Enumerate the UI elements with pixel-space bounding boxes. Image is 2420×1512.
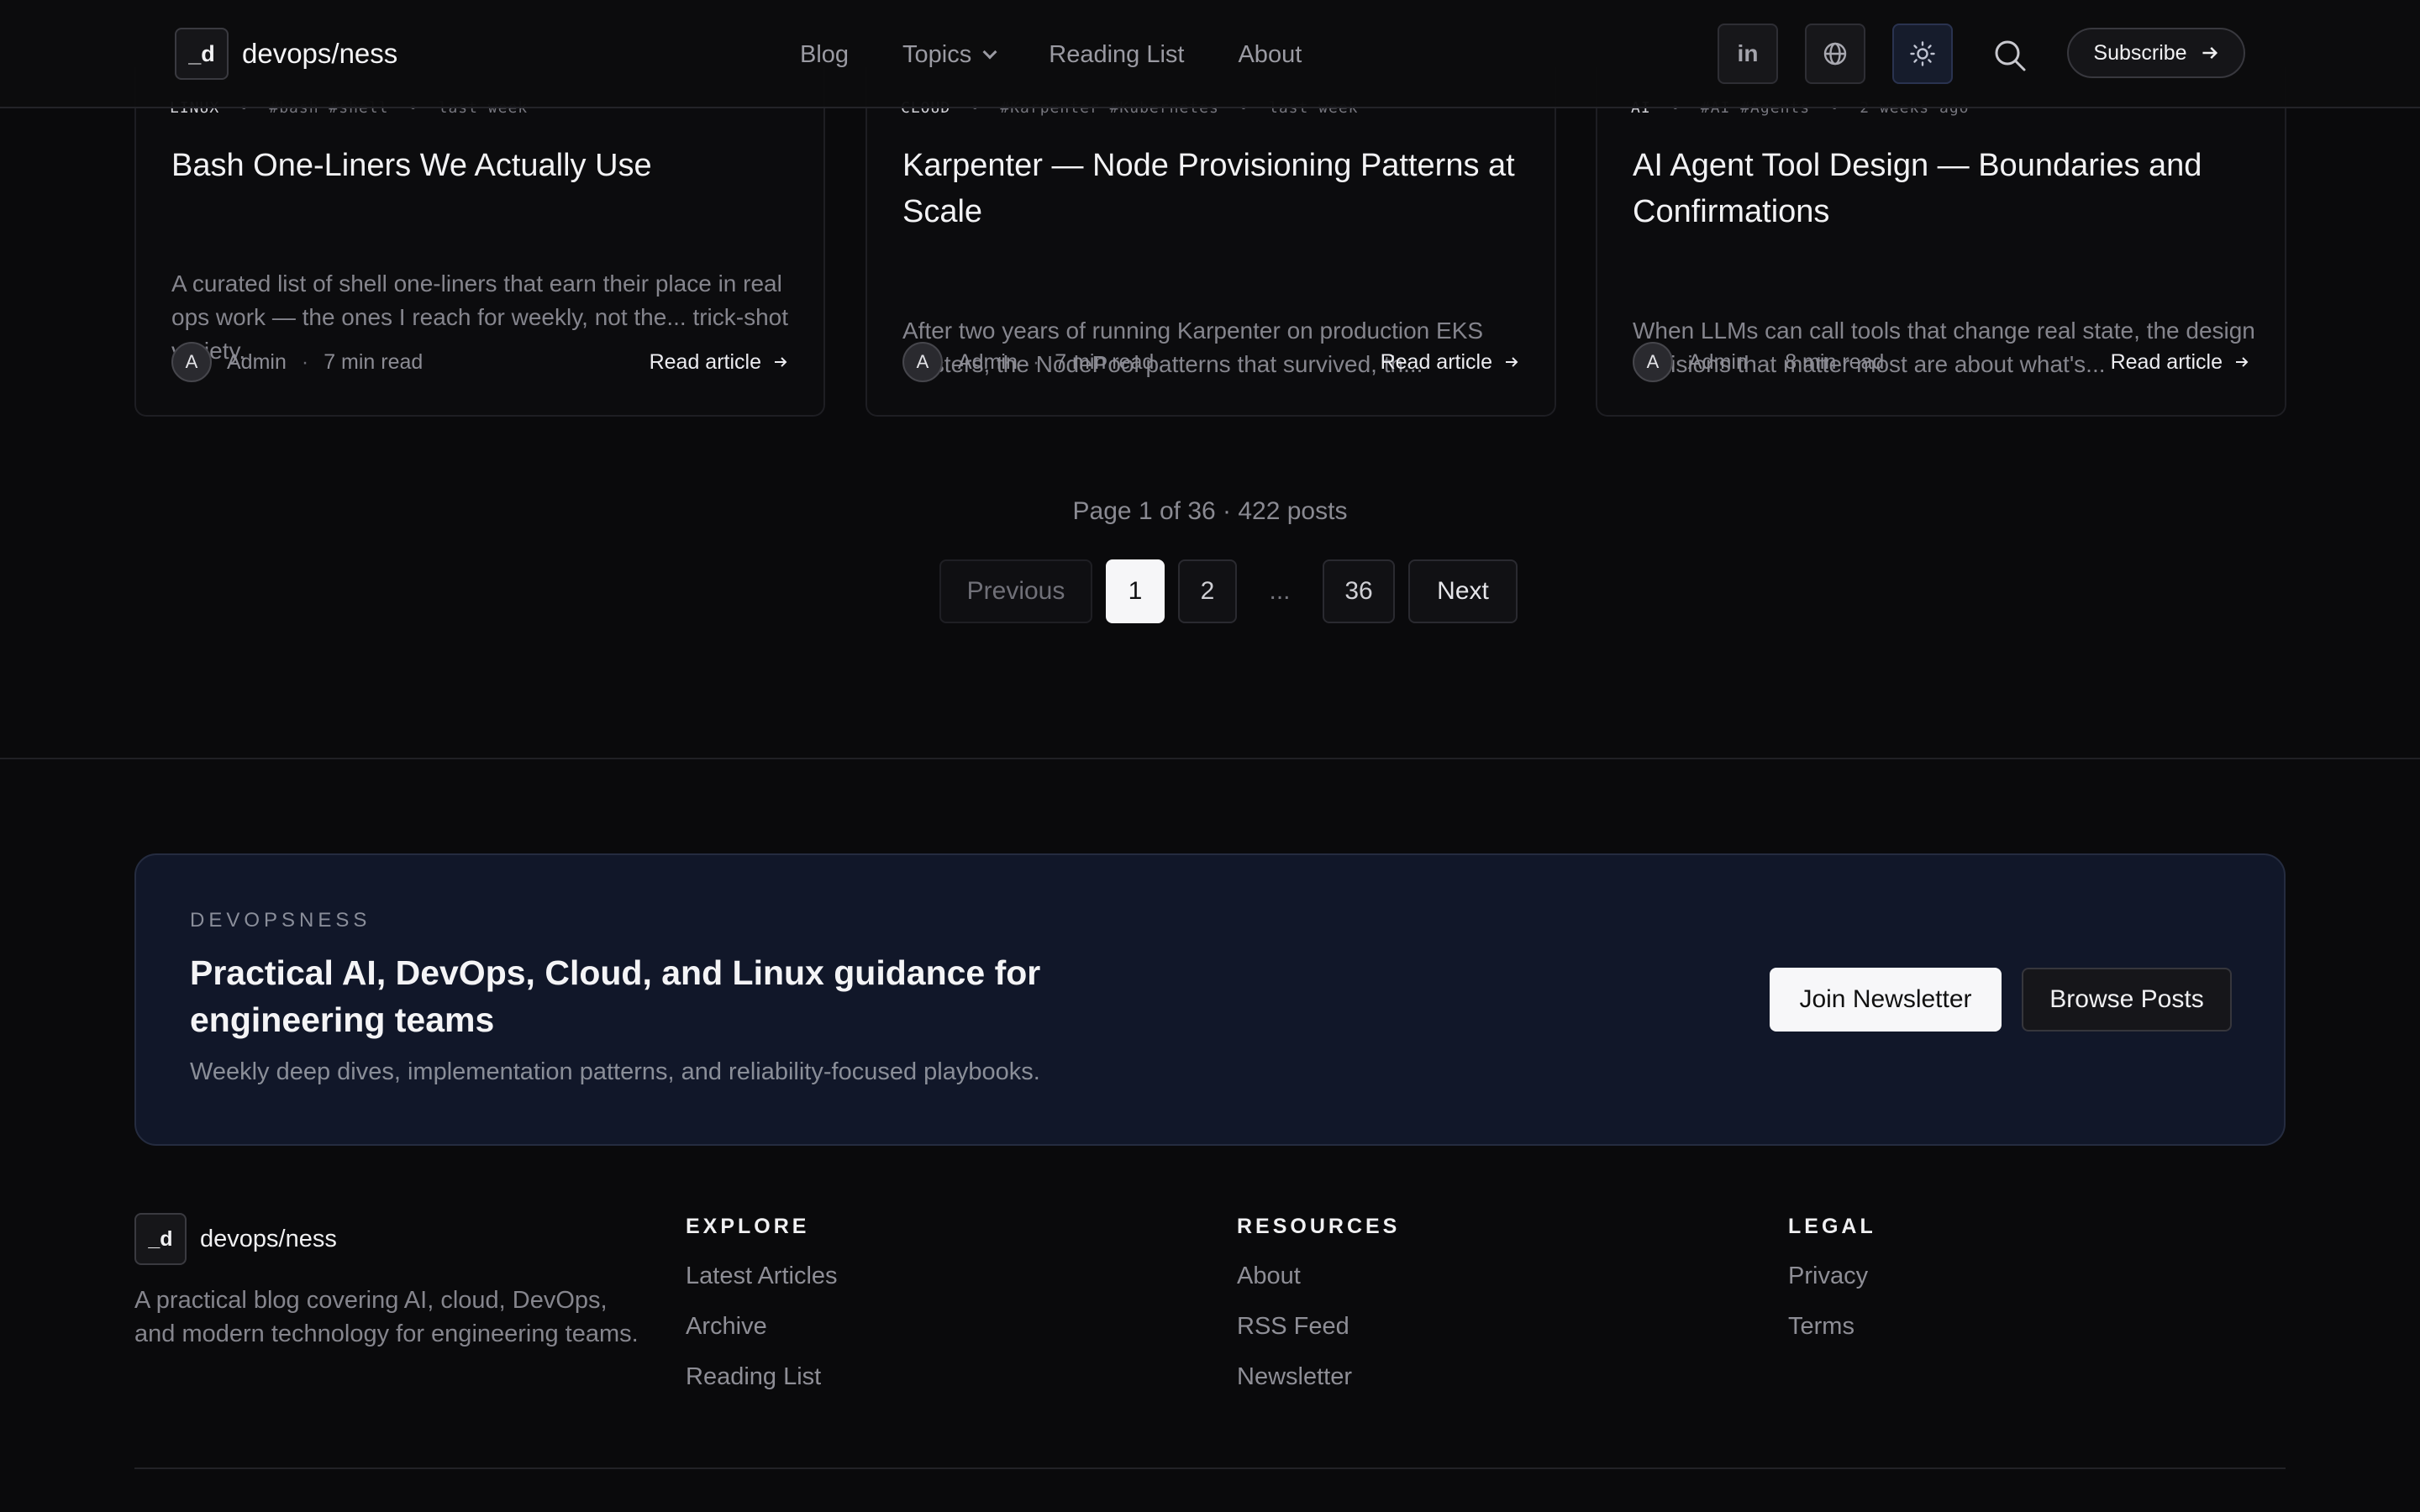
read-article-link[interactable]: Read article [650, 350, 788, 375]
read-article-label: Read article [2110, 349, 2223, 374]
read-time: 7 min read [1055, 349, 1155, 374]
linkedin-icon: in [1737, 40, 1759, 66]
next-page-button[interactable]: Next [1408, 559, 1518, 623]
page-2-button[interactable]: 2 [1178, 559, 1237, 623]
footer-link-about[interactable]: About [1237, 1263, 1400, 1289]
linkedin-button[interactable]: in [1718, 24, 1778, 84]
cta-kicker: DEVOPSNESS [190, 909, 371, 932]
arrow-right-icon [2202, 47, 2217, 59]
footer-column-resources: RESOURCES About RSS Feed Newsletter [1237, 1213, 1400, 1390]
author-name: Admin [227, 349, 287, 374]
previous-page-button[interactable]: Previous [939, 559, 1092, 623]
sun-icon [1910, 41, 1935, 66]
pagination-ellipsis: ... [1269, 577, 1291, 605]
arrow-right-icon [2236, 357, 2249, 367]
footer-link-rss-feed[interactable]: RSS Feed [1237, 1313, 1400, 1340]
separator-dot: · [301, 349, 309, 374]
card-footer: A Admin · 7 min read Read article [902, 341, 1519, 383]
avatar: A [1633, 342, 1673, 382]
footer-divider [134, 1467, 2286, 1469]
footer-link-latest-articles[interactable]: Latest Articles [686, 1263, 838, 1289]
read-article-label: Read article [1380, 349, 1492, 374]
cta-subtitle: Weekly deep dives, implementation patter… [190, 1058, 1040, 1085]
footer-column-legal: LEGAL Privacy Terms [1788, 1213, 1876, 1340]
join-newsletter-button[interactable]: Join Newsletter [1770, 968, 2002, 1032]
card-title[interactable]: AI Agent Tool Design — Boundaries and Co… [1633, 143, 2265, 235]
page-1-button[interactable]: 1 [1106, 559, 1165, 623]
logo-mark: _d [175, 28, 229, 80]
footer-description: A practical blog covering AI, cloud, Dev… [134, 1287, 639, 1347]
cta-title: Practical AI, DevOps, Cloud, and Linux g… [190, 953, 1041, 1039]
avatar: A [902, 342, 943, 382]
footer-heading: RESOURCES [1237, 1215, 1401, 1238]
site-header: _d devops/ness Blog Topics Reading List … [0, 0, 2420, 108]
globe-icon [1823, 42, 1847, 66]
newsletter-cta: DEVOPSNESS Practical AI, DevOps, Cloud, … [134, 853, 2286, 1146]
chevron-down-icon [982, 45, 997, 60]
nav-topics[interactable]: Topics [902, 40, 997, 69]
card-title[interactable]: Karpenter — Node Provisioning Patterns a… [902, 143, 1534, 235]
card-footer: A Admin · 7 min read Read article [171, 341, 788, 383]
footer-link-reading-list[interactable]: Reading List [686, 1363, 838, 1390]
footer-logo[interactable]: _d devops/ness [134, 1213, 337, 1265]
avatar: A [171, 342, 212, 382]
nav-topics-label: Topics [902, 40, 972, 68]
section-divider [0, 758, 2420, 759]
pagination: Previous 1 2 ... 36 Next [939, 559, 1518, 623]
card-footer: A Admin · 8 min read Read article [1633, 341, 2249, 383]
article-card[interactable]: CLOUD • #Karpenter #Kubernetes • last we… [865, 67, 1556, 417]
footer-link-archive[interactable]: Archive [686, 1313, 838, 1340]
subscribe-label: Subscribe [2093, 40, 2187, 65]
author-name: Admin [1688, 349, 1748, 374]
footer-heading: EXPLORE [686, 1215, 810, 1238]
article-card[interactable]: AI • #AI #Agents • 2 weeks ago AI Agent … [1596, 67, 2286, 417]
nav-about[interactable]: About [1238, 41, 1302, 69]
pagination-info: Page 1 of 36 · 422 posts [1072, 497, 1348, 525]
read-time: 8 min read [1785, 349, 1885, 374]
browse-posts-button[interactable]: Browse Posts [2022, 968, 2232, 1032]
page-36-button[interactable]: 36 [1323, 559, 1395, 623]
read-article-link[interactable]: Read article [2111, 350, 2249, 375]
site-logo[interactable]: _d devops/ness [175, 28, 397, 80]
arrow-right-icon [775, 357, 787, 367]
footer-link-newsletter[interactable]: Newsletter [1237, 1363, 1400, 1390]
nav-reading-list[interactable]: Reading List [1049, 41, 1184, 69]
read-time: 7 min read [324, 349, 424, 374]
author-name: Admin [958, 349, 1018, 374]
footer-link-terms[interactable]: Terms [1788, 1313, 1876, 1340]
language-button[interactable] [1805, 24, 1865, 84]
logo-text: devops/ness [242, 38, 398, 69]
read-article-label: Read article [649, 349, 761, 374]
theme-toggle-button[interactable] [1892, 24, 1953, 84]
main-nav: Blog Topics Reading List About [800, 34, 1302, 76]
subscribe-button[interactable]: Subscribe [2067, 28, 2245, 78]
footer-link-privacy[interactable]: Privacy [1788, 1263, 1876, 1289]
read-article-link[interactable]: Read article [1381, 350, 1519, 375]
footer-heading: LEGAL [1788, 1215, 1876, 1238]
separator-dot: · [1762, 349, 1770, 374]
logo-mark: _d [134, 1213, 187, 1265]
separator-dot: · [1032, 349, 1040, 374]
search-icon[interactable] [1991, 37, 2028, 74]
arrow-right-icon [1506, 357, 1518, 367]
footer-column-explore: EXPLORE Latest Articles Archive Reading … [686, 1213, 838, 1390]
nav-blog[interactable]: Blog [800, 41, 849, 69]
article-card[interactable]: LINUX • #bash #shell • last week Bash On… [134, 67, 825, 417]
card-title[interactable]: Bash One-Liners We Actually Use [171, 143, 803, 189]
logo-text: devops/ness [200, 1225, 337, 1252]
